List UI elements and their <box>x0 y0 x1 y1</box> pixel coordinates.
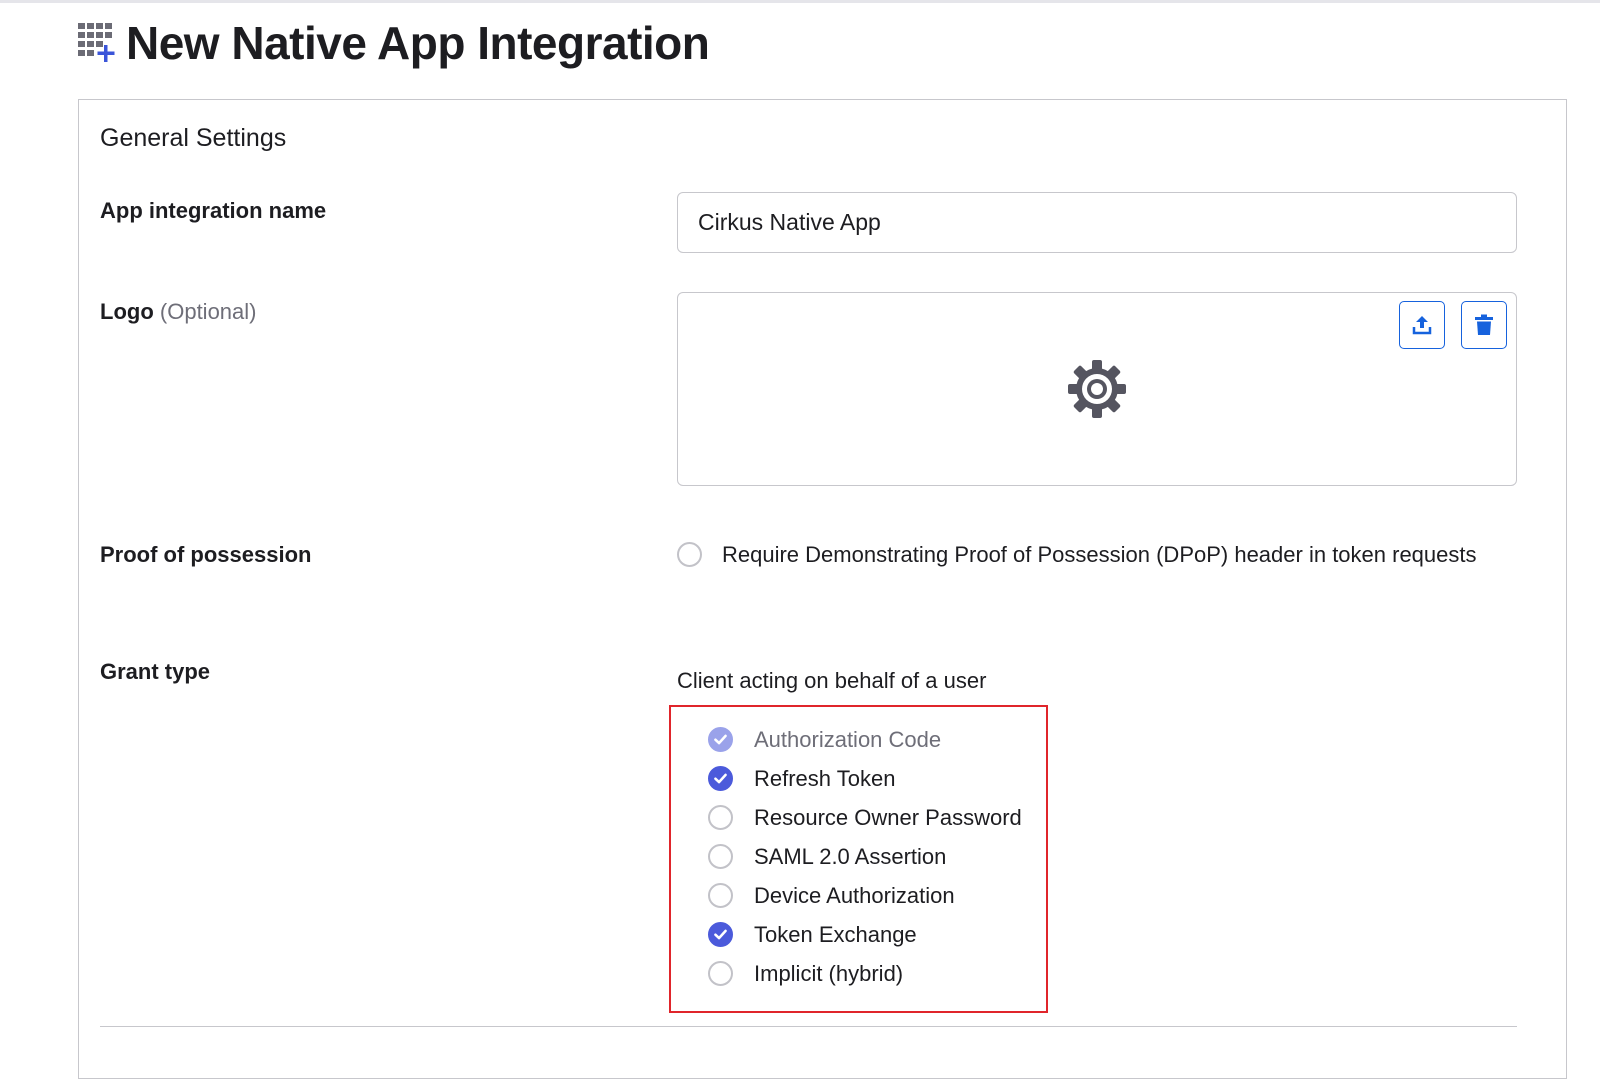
resource-owner-password-checkbox[interactable] <box>708 805 733 830</box>
grant-option-label: Implicit (hybrid) <box>754 960 904 986</box>
gear-icon <box>1068 360 1126 418</box>
authorization-code-checkbox <box>708 727 733 752</box>
upload-logo-button[interactable] <box>1399 301 1445 349</box>
check-icon <box>714 773 727 784</box>
app-name-input[interactable] <box>677 192 1517 253</box>
check-icon <box>714 734 727 745</box>
grant-option-label: Refresh Token <box>754 765 896 791</box>
logo-optional-text: (Optional) <box>159 299 257 324</box>
grant-option-implicit-hybrid[interactable]: Implicit (hybrid) <box>708 954 1022 993</box>
page-header: New Native App Integration <box>78 16 710 70</box>
grant-option-token-exchange[interactable]: Token Exchange <box>708 915 1022 954</box>
device-authorization-checkbox[interactable] <box>708 883 733 908</box>
page-title: New Native App Integration <box>126 17 710 69</box>
section-title: General Settings <box>100 124 287 152</box>
logo-label: Logo (Optional) <box>100 299 256 325</box>
app-grid-add-icon <box>78 23 115 62</box>
top-divider <box>0 0 1600 3</box>
grant-option-label: Resource Owner Password <box>754 804 1022 830</box>
trash-icon <box>1475 314 1493 335</box>
grant-option-saml-assertion[interactable]: SAML 2.0 Assertion <box>708 837 1022 876</box>
logo-label-text: Logo <box>100 299 154 324</box>
section-divider <box>100 1026 1517 1027</box>
upload-icon <box>1412 316 1432 335</box>
grant-option-label: Device Authorization <box>754 882 955 908</box>
app-name-label: App integration name <box>100 198 327 223</box>
refresh-token-checkbox[interactable] <box>708 766 733 791</box>
general-settings-panel: General Settings App integration name Lo… <box>78 99 1567 1079</box>
delete-logo-button[interactable] <box>1461 301 1507 349</box>
grant-type-options: Authorization Code Refresh Token Resourc… <box>708 720 1022 993</box>
proof-of-possession-label: Proof of possession <box>100 542 312 567</box>
check-icon <box>714 929 727 940</box>
grant-option-authorization-code: Authorization Code <box>708 720 1022 759</box>
grant-type-subheading: Client acting on behalf of a user <box>677 668 987 693</box>
implicit-hybrid-checkbox[interactable] <box>708 961 733 986</box>
dpop-checkbox[interactable] <box>677 542 702 567</box>
dpop-option[interactable]: Require Demonstrating Proof of Possessio… <box>677 542 1497 574</box>
grant-option-label: Authorization Code <box>754 726 942 752</box>
grant-option-device-authorization[interactable]: Device Authorization <box>708 876 1022 915</box>
grant-option-refresh-token[interactable]: Refresh Token <box>708 759 1022 798</box>
dpop-option-label: Require Demonstrating Proof of Possessio… <box>722 542 1477 567</box>
logo-dropzone[interactable] <box>677 292 1517 486</box>
grant-option-label: SAML 2.0 Assertion <box>754 843 947 869</box>
token-exchange-checkbox[interactable] <box>708 922 733 947</box>
grant-option-resource-owner-password[interactable]: Resource Owner Password <box>708 798 1022 837</box>
saml-assertion-checkbox[interactable] <box>708 844 733 869</box>
grant-option-label: Token Exchange <box>754 921 917 947</box>
grant-type-label: Grant type <box>100 659 211 684</box>
